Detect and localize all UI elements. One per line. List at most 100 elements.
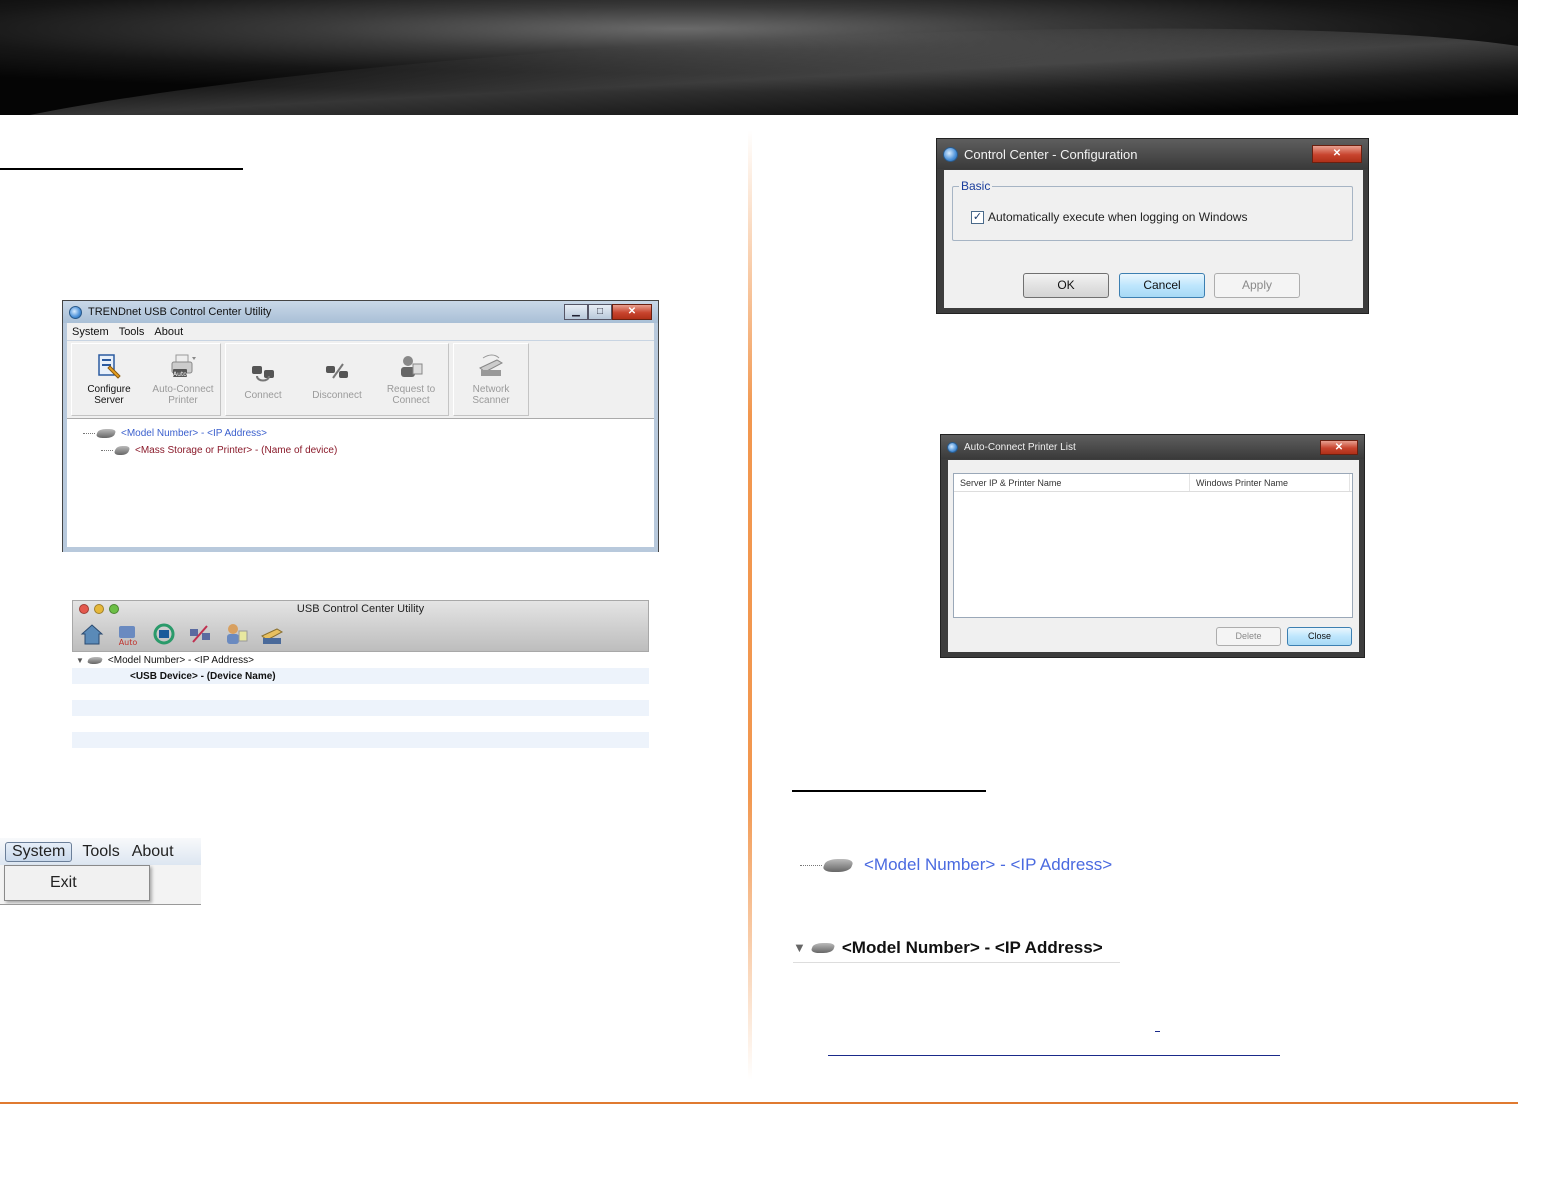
dialog-titlebar[interactable]: Auto-Connect Printer List ✕ — [941, 435, 1364, 459]
app-icon — [69, 305, 82, 319]
menu-item-exit[interactable]: Exit — [50, 874, 77, 891]
window-titlebar[interactable]: TRENDnet USB Control Center Utility ▁ □ … — [63, 301, 658, 323]
window-title: TRENDnet USB Control Center Utility — [88, 306, 272, 318]
mac-window-title: USB Control Center Utility — [296, 603, 425, 615]
toolbar: Configure Server Auto Auto-Connect Print… — [67, 341, 654, 419]
mac-utility-window: USB Control Center Utility Auto ▼ <Model… — [72, 600, 649, 750]
menu-system[interactable]: System — [67, 326, 114, 338]
disconnect-button[interactable]: Disconnect — [300, 344, 374, 415]
system-menu-screenshot: System Tools About Exit — [0, 838, 201, 905]
delete-button[interactable]: Delete — [1216, 627, 1281, 646]
cancel-button[interactable]: Cancel — [1119, 273, 1205, 298]
request-to-connect-label-2: Connect — [392, 395, 430, 406]
disclosure-triangle-icon[interactable]: ▼ — [76, 656, 84, 665]
section-heading-rule-right — [792, 790, 986, 792]
app-icon — [947, 441, 958, 453]
menu-about[interactable]: About — [149, 326, 188, 338]
dialog-close-button[interactable]: ✕ — [1320, 439, 1358, 455]
menu-tools[interactable]: Tools — [76, 843, 125, 861]
menu-tools[interactable]: Tools — [114, 326, 150, 338]
maximize-button[interactable]: □ — [588, 304, 612, 320]
printer-list-table[interactable]: Server IP & Printer Name Windows Printer… — [953, 473, 1353, 618]
system-dropdown: Exit — [4, 865, 150, 901]
disconnect-icon — [326, 363, 348, 379]
minimize-button[interactable]: ▁ — [564, 304, 588, 320]
auto-connect-label-2: Printer — [168, 395, 198, 406]
close-dialog-button[interactable]: Close — [1287, 627, 1352, 646]
dialog-title: Auto-Connect Printer List — [964, 441, 1076, 453]
column-server-ip-printer[interactable]: Server IP & Printer Name — [954, 474, 1190, 491]
mac-connect-icon[interactable] — [151, 621, 177, 647]
link-underline-short — [1155, 1031, 1160, 1032]
network-scanner-label-1: Network — [472, 384, 510, 395]
printer-icon: Auto — [171, 354, 196, 378]
connect-icon — [252, 366, 274, 382]
server-icon — [821, 858, 855, 872]
usb-device-icon — [113, 446, 131, 455]
scanner-icon — [479, 354, 504, 376]
usb-control-center-window: TRENDnet USB Control Center Utility ▁ □ … — [62, 300, 659, 552]
column-divider — [748, 130, 752, 1080]
mac-empty-row — [72, 700, 649, 716]
tree-device-label: <Mass Storage or Printer> - (Name of dev… — [135, 445, 338, 456]
configuration-dialog: Control Center - Configuration ✕ Basic ✓… — [936, 138, 1369, 314]
printer-list-header: Server IP & Printer Name Windows Printer… — [954, 474, 1352, 492]
auto-connect-printer-button[interactable]: Auto Auto-Connect Printer — [146, 344, 220, 415]
apply-button[interactable]: Apply — [1214, 273, 1300, 298]
app-icon — [943, 146, 958, 162]
section-heading-rule-left — [0, 168, 243, 170]
mac-server-entry: ▼ <Model Number> - <IP Address> — [793, 933, 1120, 963]
mac-empty-row — [72, 716, 649, 732]
server-icon — [95, 429, 117, 438]
configure-server-label-1: Configure — [87, 384, 131, 395]
basic-groupbox: Basic ✓ Automatically execute when loggi… — [952, 179, 1353, 241]
dialog-title: Control Center - Configuration — [964, 146, 1138, 162]
auto-printer-icon[interactable]: Auto — [115, 621, 141, 647]
svg-text:Auto: Auto — [119, 638, 138, 647]
mac-scanner-icon[interactable] — [259, 621, 285, 647]
basic-group-label: Basic — [959, 179, 993, 193]
mac-empty-row — [72, 732, 649, 748]
request-to-connect-icon — [401, 356, 423, 377]
windows-server-label: <Model Number> - <IP Address> — [864, 855, 1113, 874]
mac-device-row[interactable]: <USB Device> - (Device Name) — [72, 668, 649, 684]
mac-server-row[interactable]: ▼ <Model Number> - <IP Address> — [72, 652, 649, 668]
link-underline[interactable] — [828, 1055, 1280, 1056]
auto-connect-printer-list-dialog: Auto-Connect Printer List ✕ Server IP & … — [940, 434, 1365, 658]
device-tree: <Model Number> - <IP Address> <Mass Stor… — [67, 419, 654, 547]
disclosure-triangle-icon: ▼ — [793, 940, 806, 955]
tree-device-row[interactable]: <Mass Storage or Printer> - (Name of dev… — [83, 442, 654, 459]
configure-server-icon — [98, 354, 121, 379]
network-scanner-label-2: Scanner — [472, 395, 510, 406]
windows-server-entry: <Model Number> - <IP Address> — [800, 852, 1112, 878]
connect-label: Connect — [244, 390, 282, 401]
close-button[interactable]: ✕ — [612, 304, 652, 320]
request-to-connect-button[interactable]: Request to Connect — [374, 344, 448, 415]
svg-text:Auto: Auto — [173, 371, 187, 378]
dialog-close-button[interactable]: ✕ — [1312, 145, 1362, 163]
mac-server-label: <Model Number> - <IP Address> — [107, 654, 254, 666]
configure-server-button[interactable]: Configure Server — [72, 344, 146, 415]
mac-disconnect-icon[interactable] — [187, 621, 213, 647]
server-icon — [810, 942, 836, 953]
ok-button[interactable]: OK — [1023, 273, 1109, 298]
tree-server-label: <Model Number> - <IP Address> — [121, 428, 268, 439]
mac-server-icon — [86, 656, 104, 664]
menu-about[interactable]: About — [126, 843, 180, 861]
home-icon[interactable] — [79, 621, 105, 647]
auto-connect-label-1: Auto-Connect — [152, 384, 214, 395]
column-windows-printer[interactable]: Windows Printer Name — [1190, 474, 1350, 491]
page-header-banner — [0, 0, 1518, 115]
tree-server-row[interactable]: <Model Number> - <IP Address> — [83, 425, 654, 442]
request-to-connect-label-1: Request to — [386, 384, 436, 395]
footer-rule — [0, 1102, 1518, 1104]
disconnect-label: Disconnect — [312, 390, 362, 401]
auto-execute-label: Automatically execute when logging on Wi… — [988, 210, 1248, 224]
menu-system-open[interactable]: System — [5, 841, 73, 862]
auto-execute-checkbox[interactable]: ✓ — [971, 210, 984, 224]
mac-request-icon[interactable] — [223, 621, 249, 647]
menu-bar: System Tools About — [67, 323, 654, 341]
dialog-titlebar[interactable]: Control Center - Configuration ✕ — [937, 139, 1368, 169]
connect-button[interactable]: Connect — [226, 344, 300, 415]
network-scanner-button[interactable]: Network Scanner — [454, 344, 528, 415]
